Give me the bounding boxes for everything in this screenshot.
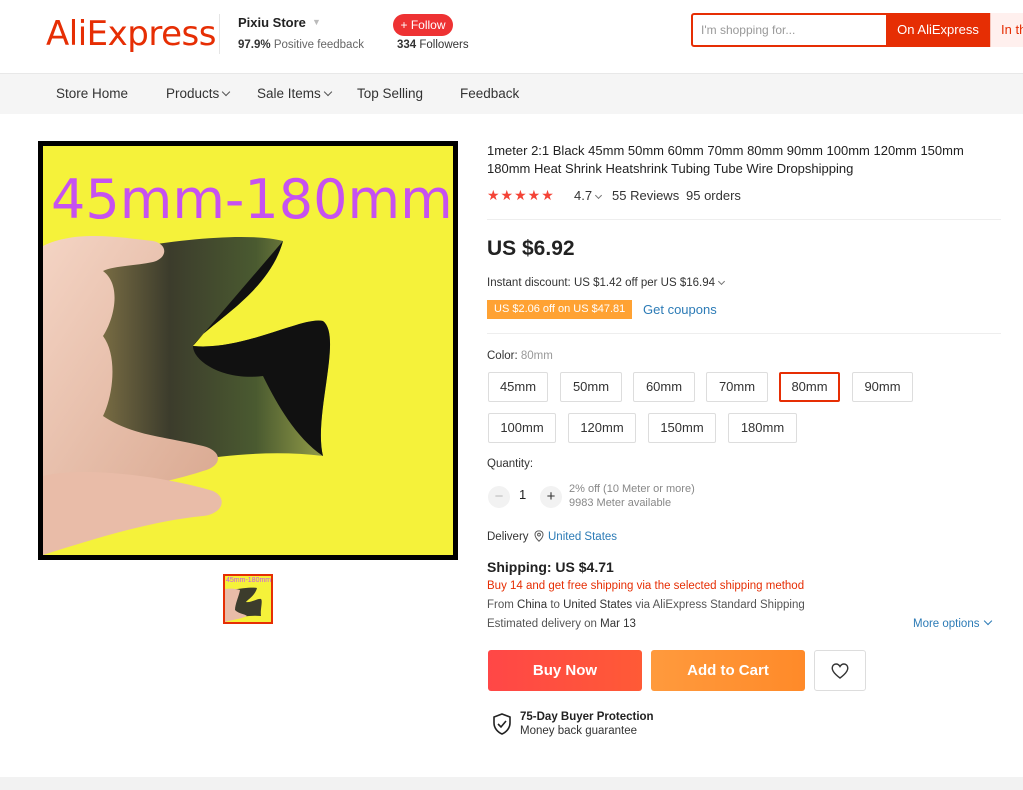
option-60mm[interactable]: 60mm (633, 372, 695, 402)
store-dropdown-icon[interactable]: ▼ (312, 17, 321, 27)
chevron-down-icon (323, 87, 333, 97)
option-70mm[interactable]: 70mm (706, 372, 768, 402)
divider (487, 333, 1001, 334)
color-label: Color: 80mm (487, 350, 553, 362)
chevron-down-icon (222, 87, 231, 97)
rating-stars-icon[interactable]: ★★★★★ (487, 187, 555, 204)
option-150mm[interactable]: 150mm (648, 413, 716, 443)
wishlist-button[interactable] (814, 650, 866, 691)
option-180mm[interactable]: 180mm (728, 413, 797, 443)
nav-products[interactable]: Products (166, 86, 231, 101)
add-to-cart-button[interactable]: Add to Cart (651, 650, 805, 691)
option-80mm-selected[interactable]: 80mm (779, 372, 840, 402)
shipping-cost: Shipping: US $4.71 (487, 559, 614, 575)
site-header: AliExpress Pixiu Store ▼ 97.9% Positive … (0, 0, 1023, 74)
chevron-down-icon (595, 191, 603, 200)
delivery-location-link[interactable]: United States (548, 531, 617, 543)
instant-discount[interactable]: Instant discount: US $1.42 off per US $1… (487, 277, 726, 289)
product-main-image[interactable]: 45mm-180mm (38, 141, 458, 560)
free-shipping-promo: Buy 14 and get free shipping via the sel… (487, 580, 805, 592)
estimated-delivery: Estimated delivery on Mar 13 (487, 618, 636, 630)
option-120mm[interactable]: 120mm (568, 413, 636, 443)
product-price: US $6.92 (487, 237, 575, 260)
option-50mm[interactable]: 50mm (560, 372, 622, 402)
store-name[interactable]: Pixiu Store (238, 15, 306, 30)
search-in-store-button[interactable]: In th (990, 13, 1023, 47)
quantity-increase-button[interactable]: + (540, 486, 562, 508)
quantity-input[interactable]: 1 (519, 487, 526, 502)
stock-available: 9983 Meter available (569, 497, 672, 509)
divider (487, 219, 1001, 220)
quantity-decrease-button[interactable]: − (488, 486, 510, 508)
location-pin-icon (534, 530, 544, 542)
coupon-badge: US $2.06 off on US $47.81 (487, 300, 633, 319)
search-on-aliexpress-button[interactable]: On AliExpress (886, 13, 990, 47)
nav-top-selling[interactable]: Top Selling (357, 86, 423, 101)
heart-icon (831, 663, 849, 679)
store-feedback: 97.9% Positive feedback (238, 39, 364, 51)
search-input[interactable] (701, 15, 881, 45)
orders-count: 95 orders (686, 188, 741, 203)
quantity-label: Quantity: (487, 458, 534, 470)
thumbnail-caption: 45mm-180mm (226, 577, 272, 584)
delivery-label: Delivery (487, 531, 529, 543)
shipping-route: From China to United States via AliExpre… (487, 599, 805, 611)
chevron-down-icon (984, 616, 993, 626)
followers-count: 334 Followers (397, 39, 469, 51)
shield-check-icon (493, 713, 511, 735)
header-divider (219, 14, 220, 54)
chevron-down-icon (717, 277, 726, 286)
rating-value[interactable]: 4.7 (574, 188, 603, 203)
more-options-link[interactable]: More options (913, 616, 993, 630)
reviews-link[interactable]: 55 Reviews (612, 188, 679, 203)
aliexpress-logo[interactable]: AliExpress (46, 14, 216, 54)
buyer-protection-subtitle: Money back guarantee (520, 725, 637, 737)
option-100mm[interactable]: 100mm (488, 413, 556, 443)
footer-band (0, 777, 1023, 790)
nav-feedback[interactable]: Feedback (460, 86, 519, 101)
image-size-caption: 45mm-180mm (51, 168, 453, 231)
get-coupons-link[interactable]: Get coupons (643, 302, 717, 317)
buy-now-button[interactable]: Buy Now (488, 650, 642, 691)
search-bar: On AliExpress In th (691, 13, 1023, 47)
bulk-discount-note: 2% off (10 Meter or more) (569, 483, 695, 495)
nav-sale-items[interactable]: Sale Items (257, 86, 333, 101)
option-45mm[interactable]: 45mm (488, 372, 548, 402)
store-nav: Store Home Products Sale Items Top Selli… (0, 74, 1023, 114)
follow-button[interactable]: + Follow (393, 14, 453, 36)
nav-store-home[interactable]: Store Home (56, 86, 128, 101)
buyer-protection-title: 75-Day Buyer Protection (520, 711, 654, 723)
option-90mm[interactable]: 90mm (852, 372, 913, 402)
product-title: 1meter 2:1 Black 45mm 50mm 60mm 70mm 80m… (487, 143, 964, 176)
product-thumbnail[interactable]: 45mm-180mm (223, 574, 273, 624)
